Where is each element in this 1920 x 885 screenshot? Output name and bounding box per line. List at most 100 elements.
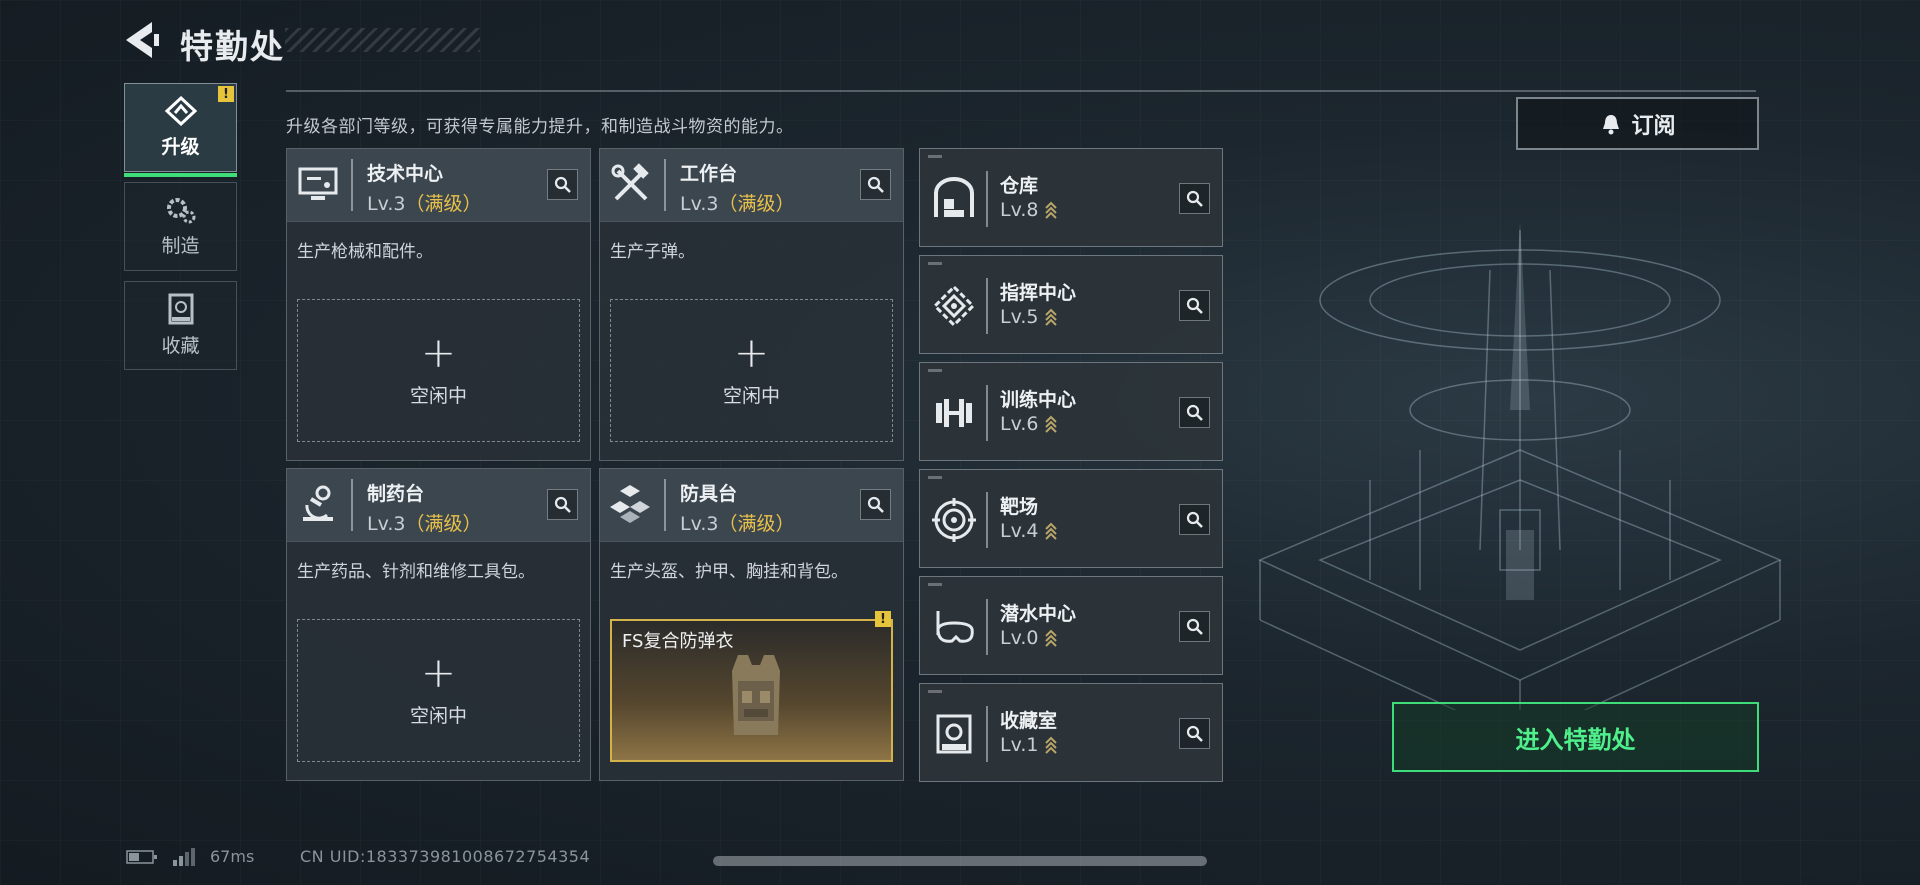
idle-production-slot[interactable]: + 空闲中 — [610, 299, 893, 442]
rank-chevrons-icon — [1045, 415, 1058, 433]
search-icon — [554, 496, 571, 513]
idle-label: 空闲中 — [409, 705, 467, 727]
search-icon — [1186, 618, 1203, 635]
divider — [664, 159, 666, 211]
status-bar: 67ms — [126, 847, 254, 866]
inspect-button[interactable] — [547, 169, 578, 200]
facility-name: 靶场 — [1000, 496, 1039, 518]
facility-collection-room[interactable]: 收藏室 Lv.1 — [919, 683, 1223, 782]
back-arrow-icon — [126, 22, 159, 58]
idle-production-slot[interactable]: + 空闲中 — [297, 619, 580, 762]
max-level-tag: （满级） — [405, 193, 482, 215]
back-button[interactable] — [122, 18, 162, 62]
facility-name: 训练中心 — [1000, 389, 1077, 411]
nav-upgrade[interactable]: ! 升级 — [124, 83, 237, 177]
level-value: Lv.3 — [680, 193, 719, 215]
facility-level: Lv.8 — [1000, 199, 1058, 221]
workstation-description: 生产药品、针剂和维修工具包。 — [297, 562, 535, 582]
inspect-button[interactable] — [1179, 290, 1210, 321]
battery-icon — [126, 849, 157, 864]
facility-level: Lv.0 — [1000, 627, 1058, 649]
level-value: Lv.0 — [1000, 627, 1039, 649]
facility-diving-center[interactable]: 潜水中心 Lv.0 — [919, 576, 1223, 675]
divider — [986, 171, 988, 227]
max-level-tag: （满级） — [718, 513, 795, 535]
inspect-button[interactable] — [1179, 718, 1210, 749]
subscribe-button[interactable]: 订阅 — [1516, 97, 1759, 150]
item-name: FS复合防弹衣 — [622, 631, 734, 652]
workstation-header: 工作台 Lv.3（满级） — [600, 149, 903, 222]
workstation-card-pharmacy[interactable]: 制药台 Lv.3（满级） 生产药品、针剂和维修工具包。 + 空闲中 — [286, 468, 591, 781]
nav-manufacture-label: 制造 — [161, 235, 200, 257]
microscope-icon — [303, 485, 333, 521]
idle-label: 空闲中 — [722, 385, 780, 407]
workstation-description: 生产枪械和配件。 — [297, 242, 433, 262]
inspect-button[interactable] — [1179, 504, 1210, 535]
nav-collection-label: 收藏 — [161, 335, 200, 357]
inspect-button[interactable] — [1179, 611, 1210, 642]
idle-label: 空闲中 — [409, 385, 467, 407]
gears-icon — [166, 198, 195, 224]
signal-icon — [173, 847, 195, 866]
workstation-card-armor-bench[interactable]: 防具台 Lv.3（满级） 生产头盔、护甲、胸挂和背包。 ! FS复合防弹衣 — [599, 468, 904, 781]
facility-warehouse[interactable]: 仓库 Lv.8 — [919, 148, 1223, 247]
plus-icon: + — [733, 328, 770, 377]
search-icon — [1186, 404, 1203, 421]
facility-command-center[interactable]: 指挥中心 Lv.5 — [919, 255, 1223, 354]
home-indicator[interactable] — [713, 856, 1207, 866]
enter-special-ops-button[interactable]: 进入特勤处 — [1392, 702, 1759, 772]
workstation-header: 制药台 Lv.3（满级） — [287, 469, 590, 542]
workstation-level: Lv.3（满级） — [680, 189, 795, 216]
search-icon — [1186, 297, 1203, 314]
workstation-name: 技术中心 — [367, 163, 444, 185]
nav-manufacture[interactable]: 制造 — [124, 182, 237, 271]
workstation-name: 工作台 — [680, 163, 738, 185]
workstation-level: Lv.3（满级） — [680, 509, 795, 536]
search-icon — [867, 496, 884, 513]
idle-production-slot[interactable]: + 空闲中 — [297, 299, 580, 442]
production-item-slot[interactable]: ! FS复合防弹衣 — [610, 611, 893, 762]
divider — [986, 385, 988, 441]
workstation-header: 技术中心 Lv.3（满级） — [287, 149, 590, 222]
facility-level: Lv.1 — [1000, 734, 1058, 756]
divider — [351, 479, 353, 531]
inspect-button[interactable] — [1179, 397, 1210, 428]
divider — [664, 479, 666, 531]
level-value: Lv.3 — [367, 513, 406, 535]
search-icon — [554, 176, 571, 193]
command-icon — [932, 284, 976, 328]
inspect-button[interactable] — [860, 169, 891, 200]
monitor-icon — [298, 167, 338, 200]
divider — [986, 492, 988, 548]
rank-chevrons-icon — [1045, 522, 1058, 540]
level-value: Lv.6 — [1000, 413, 1039, 435]
header-divider — [286, 90, 1756, 92]
search-icon — [1186, 190, 1203, 207]
facility-training-center[interactable]: 训练中心 Lv.6 — [919, 362, 1223, 461]
plus-icon: + — [420, 328, 457, 377]
inspect-button[interactable] — [1179, 183, 1210, 214]
divider — [351, 159, 353, 211]
level-value: Lv.3 — [367, 193, 406, 215]
base-wireframe-illustration — [1258, 220, 1782, 710]
page-title: 特勤处 — [180, 27, 285, 66]
workstation-description: 生产头盔、护甲、胸挂和背包。 — [610, 562, 848, 582]
rank-chevrons-icon — [1045, 629, 1058, 647]
inspect-button[interactable] — [860, 489, 891, 520]
facility-name: 收藏室 — [1000, 710, 1058, 732]
facility-shooting-range[interactable]: 靶场 Lv.4 — [919, 469, 1223, 568]
nav-upgrade-label: 升级 — [161, 136, 200, 158]
nav-collection[interactable]: 收藏 — [124, 281, 237, 370]
upgrade-icon — [164, 96, 197, 126]
workstation-name: 防具台 — [680, 483, 738, 505]
collection-icon — [168, 293, 193, 325]
workstation-card-tech-center[interactable]: 技术中心 Lv.3（满级） 生产枪械和配件。 + 空闲中 — [286, 148, 591, 461]
title-decoration — [285, 28, 480, 52]
rank-chevrons-icon — [1045, 308, 1058, 326]
warehouse-icon — [934, 177, 974, 217]
divider — [986, 599, 988, 655]
facility-level: Lv.4 — [1000, 520, 1058, 542]
workstation-card-workbench[interactable]: 工作台 Lv.3（满级） 生产子弹。 + 空闲中 — [599, 148, 904, 461]
inspect-button[interactable] — [547, 489, 578, 520]
level-value: Lv.8 — [1000, 199, 1039, 221]
